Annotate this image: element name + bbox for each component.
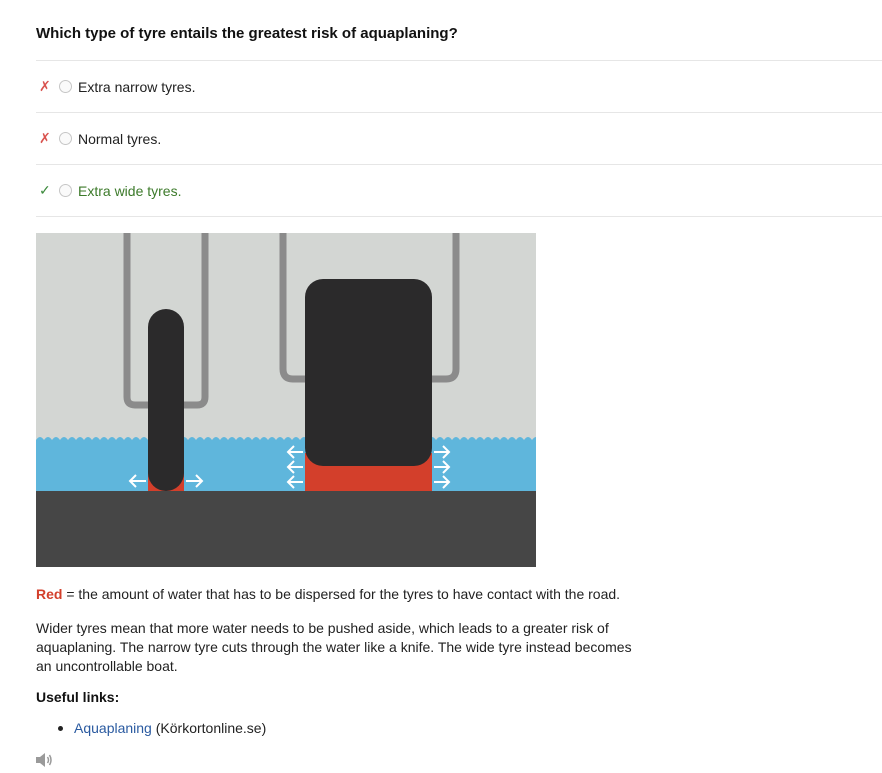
option-label: Extra wide tyres.: [78, 182, 182, 199]
red-legend: Red = the amount of water that has to be…: [36, 586, 620, 602]
wrong-mark-icon: ✗: [39, 130, 51, 146]
red-legend-word: Red: [36, 586, 63, 602]
correct-mark-icon: ✓: [39, 182, 51, 198]
speaker-icon[interactable]: [35, 752, 53, 768]
answer-option-3[interactable]: ✓ Extra wide tyres.: [36, 164, 882, 217]
explanation-text: Wider tyres mean that more water needs t…: [36, 620, 632, 674]
useful-links-list: Aquaplaning (Körkortonline.se): [58, 720, 266, 736]
option-label: Extra narrow tyres.: [78, 78, 196, 95]
answer-option-1[interactable]: ✗ Extra narrow tyres.: [36, 60, 882, 112]
bullet-icon: [58, 725, 63, 731]
radio-button[interactable]: [59, 184, 72, 197]
link-source: (Körkortonline.se): [151, 720, 267, 736]
wide-tyre: [305, 279, 432, 466]
radio-button[interactable]: [59, 132, 72, 145]
list-item: Aquaplaning (Körkortonline.se): [58, 720, 266, 736]
radio-button[interactable]: [59, 80, 72, 93]
red-legend-text: = the amount of water that has to be dis…: [62, 586, 621, 602]
question-title: Which type of tyre entails the greatest …: [36, 25, 458, 42]
option-label: Normal tyres.: [78, 130, 162, 147]
narrow-tyre: [148, 309, 184, 491]
aquaplaning-link[interactable]: Aquaplaning: [74, 720, 152, 736]
useful-links-title: Useful links:: [36, 689, 120, 705]
answer-option-2[interactable]: ✗ Normal tyres.: [36, 112, 882, 164]
wrong-mark-icon: ✗: [39, 78, 51, 94]
aquaplaning-illustration: [36, 233, 536, 567]
water-surface: [36, 437, 536, 493]
road: [36, 491, 536, 567]
answer-options: ✗ Extra narrow tyres. ✗ Normal tyres. ✓ …: [36, 60, 882, 217]
